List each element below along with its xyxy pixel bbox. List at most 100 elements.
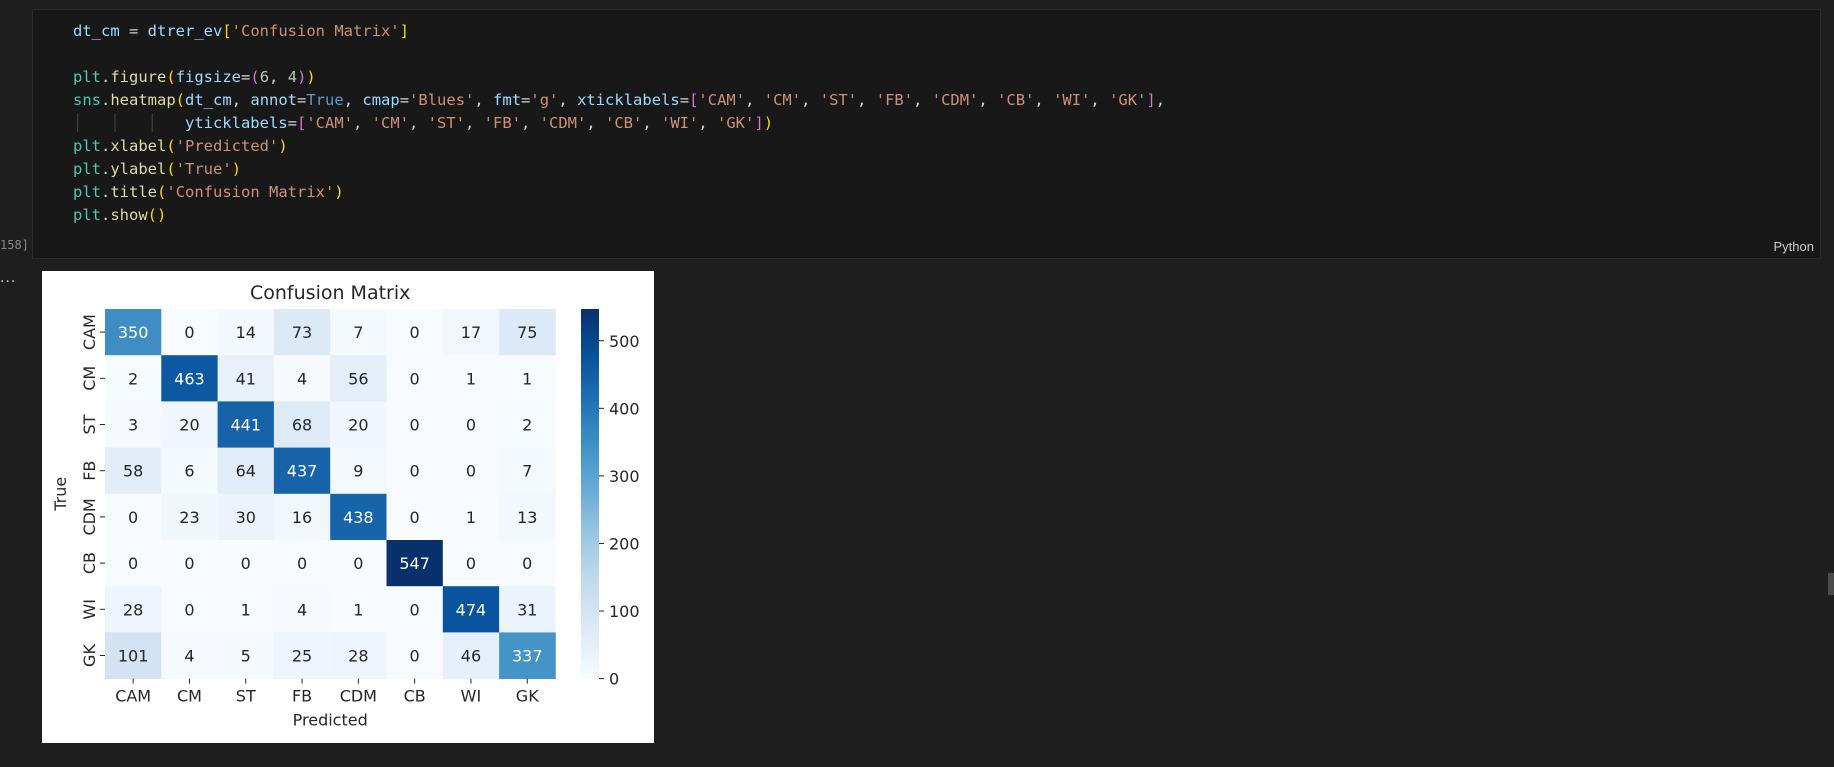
cell-value-label: 28 <box>348 647 368 666</box>
y-tick-label: ST <box>80 414 99 434</box>
code-token: plt <box>73 68 101 86</box>
cell-value-label: 0 <box>128 508 138 527</box>
code-cell-editor[interactable]: dt_cm = dtrer_ev['Confusion Matrix'] plt.… <box>32 9 1821 259</box>
code-token: heatmap <box>110 91 176 109</box>
cell-value-label: 6 <box>184 462 194 481</box>
execution-count: 158] <box>0 238 29 252</box>
code-token: = <box>679 91 690 109</box>
code-token: 'Confusion Matrix' <box>166 183 335 201</box>
cell-value-label: 4 <box>297 369 307 388</box>
output-figure: 350 0 14 73 7 0 17 75 2 463 41 4 56 0 1 1 3 20 441 68 20 0 0 2 5… <box>42 271 654 743</box>
code-token: 'CB' <box>997 91 1035 109</box>
code-token: fmt <box>493 91 522 109</box>
cell-value-label: 0 <box>410 647 420 666</box>
code-token: 'FB' <box>875 91 914 109</box>
cell-value-label: 463 <box>174 369 205 388</box>
code-block[interactable]: dt_cm = dtrer_ev['Confusion Matrix'] plt.… <box>73 20 1165 227</box>
cell-value-label: 0 <box>466 416 476 435</box>
code-token: 'WI' <box>661 114 699 132</box>
cell-value-label: 7 <box>353 323 363 342</box>
code-token: ( <box>157 183 167 201</box>
code-token: = <box>241 68 251 86</box>
cell-value-label: 64 <box>236 462 256 481</box>
code-token: dtrer_ev <box>147 22 223 40</box>
code-token: () <box>147 206 167 224</box>
code-token: , <box>343 91 363 109</box>
code-token: yticklabels <box>184 114 288 132</box>
code-line[interactable]: plt.show() <box>73 204 1165 227</box>
code-line[interactable]: plt.figure(figsize=(6, 4)) <box>73 66 1165 89</box>
code-token: xticklabels <box>577 91 680 109</box>
code-line[interactable]: sns.heatmap(dt_cm, annot=True, cmap='Blu… <box>73 89 1165 112</box>
output-menu-button[interactable]: ... <box>0 270 16 286</box>
y-tick-label: FB <box>80 461 99 481</box>
code-token: = <box>287 114 297 132</box>
x-tick-label: WI <box>461 687 482 706</box>
code-token: , <box>353 114 372 132</box>
cell-value-label: 547 <box>399 554 430 573</box>
code-token: 'True' <box>175 160 232 178</box>
scrollbar-thumb[interactable] <box>1828 573 1834 595</box>
cell-value-label: 0 <box>410 369 420 388</box>
cell-value-label: 0 <box>522 554 532 573</box>
code-token: [ <box>222 22 232 40</box>
cell-value-label: 1 <box>353 600 363 619</box>
y-tick-label: GK <box>80 644 99 667</box>
code-token: , <box>698 114 718 132</box>
code-token: , <box>1034 91 1054 109</box>
cell-value-label: 68 <box>292 416 312 435</box>
cell-value-label: 20 <box>348 416 368 435</box>
cell-value-label: 23 <box>179 508 199 527</box>
code-token: ( <box>166 137 176 155</box>
code-token: = <box>119 22 148 40</box>
cell-value-label: 20 <box>179 416 199 435</box>
code-token: , <box>745 91 764 109</box>
y-tick-label: CM <box>80 366 99 391</box>
code-token: 'Blues' <box>409 91 475 109</box>
code-token: ( <box>166 160 176 178</box>
code-token: 'CAM' <box>698 91 746 109</box>
cell-value-label: 0 <box>184 554 194 573</box>
cell-language-label[interactable]: Python <box>1774 239 1814 254</box>
cell-value-label: 13 <box>517 508 537 527</box>
code-token: ) <box>297 68 307 86</box>
code-token: plt <box>73 137 101 155</box>
code-token: . <box>101 160 111 178</box>
code-line[interactable]: │ │ │ yticklabels=['CAM', 'CM', 'ST', 'F… <box>73 112 1165 135</box>
code-line[interactable]: plt.xlabel('Predicted') <box>73 135 1165 158</box>
code-token: = <box>521 91 531 109</box>
cell-value-label: 3 <box>128 416 138 435</box>
cell-value-label: 1 <box>522 369 532 388</box>
code-token: , <box>474 91 494 109</box>
code-token: , <box>801 91 820 109</box>
code-token: 'FB' <box>483 114 521 132</box>
cell-value-label: 0 <box>297 554 307 573</box>
y-tick-label: CB <box>80 552 99 574</box>
colorbar-tick-label: 100 <box>609 602 640 621</box>
code-token: [ <box>689 91 699 109</box>
code-token: . <box>101 137 111 155</box>
code-token: ) <box>763 114 774 132</box>
code-token: │ │ │ <box>73 114 185 132</box>
cell-value-label: 58 <box>123 462 143 481</box>
code-token: 'g' <box>530 91 559 109</box>
code-token: . <box>101 206 111 224</box>
cell-value-label: 0 <box>410 416 420 435</box>
x-tick-label: CB <box>404 687 426 706</box>
cell-value-label: 0 <box>353 554 363 573</box>
code-token: [ <box>296 114 307 132</box>
code-line[interactable]: dt_cm = dtrer_ev['Confusion Matrix'] <box>73 20 1165 43</box>
x-tick-label: FB <box>292 687 312 706</box>
code-line[interactable]: plt.title('Confusion Matrix') <box>73 181 1165 204</box>
code-token: cmap <box>362 91 400 109</box>
y-axis-label: True <box>51 477 70 512</box>
code-token: True <box>306 91 344 109</box>
code-token: , <box>642 114 662 132</box>
cell-value-label: 438 <box>343 508 374 527</box>
code-token: plt <box>73 206 101 224</box>
code-token: 'CB' <box>605 114 643 132</box>
code-token: ) <box>231 160 242 178</box>
cell-value-label: 75 <box>517 323 537 342</box>
code-line[interactable]: plt.ylabel('True') <box>73 158 1165 181</box>
code-line[interactable] <box>73 43 1165 66</box>
